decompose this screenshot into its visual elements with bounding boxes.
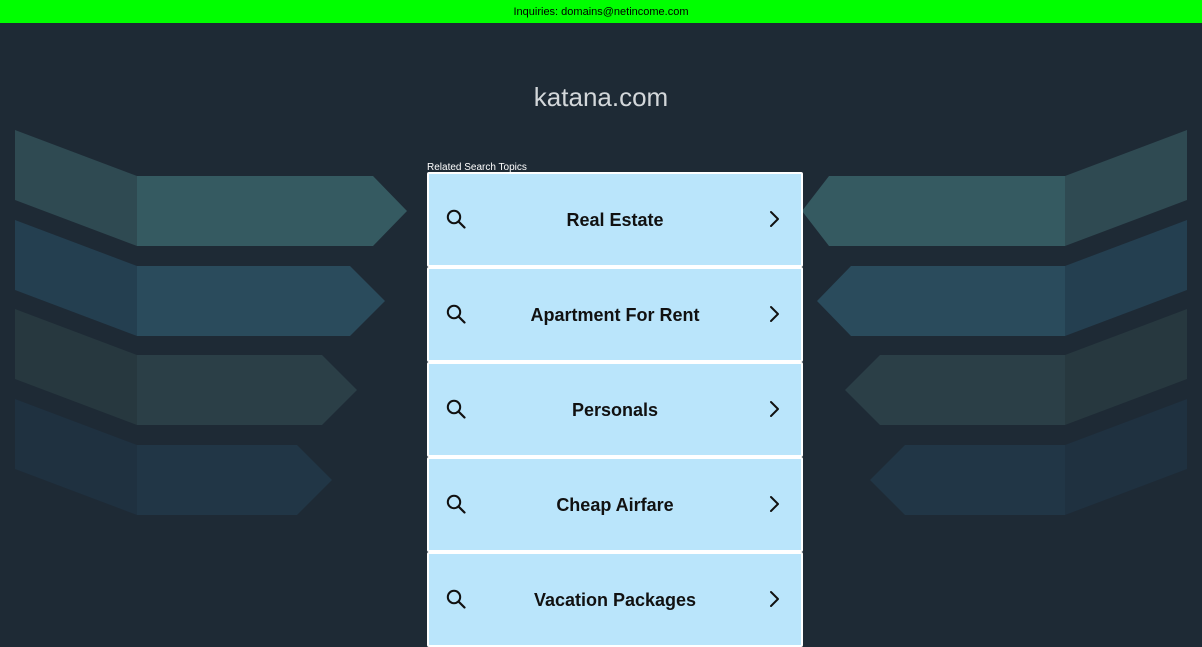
topic-label: Vacation Packages: [533, 590, 697, 610]
topic-label: Personals: [571, 400, 659, 420]
search-icon: [446, 494, 466, 514]
search-icon: [446, 209, 466, 229]
topic-link-real-estate[interactable]: Real Estate: [427, 172, 803, 267]
topic-label: Apartment For Rent: [530, 305, 700, 325]
site-title: katana.com: [533, 82, 669, 112]
search-icon: [446, 399, 466, 419]
chevron-right-icon: [770, 401, 779, 417]
inquiries-text[interactable]: Inquiries: domains@netincome.com: [513, 6, 688, 18]
chevron-right-icon: [770, 306, 779, 322]
chevron-right-icon: [770, 591, 779, 607]
topic-link-vacation-packages[interactable]: Vacation Packages: [427, 552, 803, 647]
topic-link-cheap-airfare[interactable]: Cheap Airfare: [427, 457, 803, 552]
inquiries-bar: Inquiries: domains@netincome.com: [0, 0, 1202, 23]
search-icon: [446, 589, 466, 609]
right-arrow-1: [802, 130, 1187, 246]
topic-link-apartment-for-rent[interactable]: Apartment For Rent: [427, 267, 803, 362]
topic-label: Real Estate: [566, 210, 664, 230]
topic-label: Cheap Airfare: [556, 495, 674, 515]
search-icon: [446, 304, 466, 324]
chevron-right-icon: [770, 496, 779, 512]
chevron-right-icon: [770, 211, 779, 227]
topic-link-personals[interactable]: Personals: [427, 362, 803, 457]
left-arrow-1: [15, 130, 407, 246]
